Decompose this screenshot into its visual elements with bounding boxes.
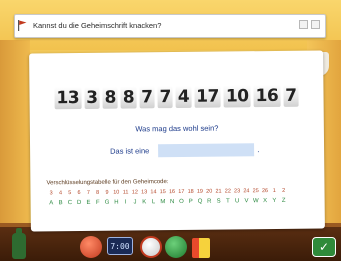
cipher-number: 21	[215, 188, 222, 195]
cipher-letter: Q	[197, 198, 203, 205]
code-number-tile: 8	[102, 86, 118, 109]
cipher-letter: B	[58, 200, 63, 207]
cipher-letter-row: ABCDEFGHIJKLMNOPQRSTUVWXYZ	[47, 198, 289, 207]
cipher-letter: U	[235, 198, 240, 205]
window-title: Kannst du die Geheimschrift knacken?	[33, 21, 162, 30]
cipher-number: 23	[234, 188, 241, 195]
cipher-letter: H	[114, 199, 119, 206]
cipher-number: 12	[131, 189, 138, 196]
cipher-number: 24	[243, 188, 250, 195]
cipher-number: 19	[196, 188, 204, 195]
secret-code-row: 13 3 8 8 7 7 4 17 10 16 7	[29, 84, 323, 110]
confirm-check-button[interactable]: ✓	[312, 237, 336, 257]
cipher-letter: Z	[281, 197, 286, 204]
cipher-letter: E	[86, 199, 91, 206]
cipher-number: 13	[141, 189, 148, 196]
cipher-letter: P	[188, 198, 193, 205]
puzzle-paper: 13 3 8 8 7 7 4 17 10 16 7 Was mag das wohl sein? D…	[29, 50, 325, 232]
flag-icon	[18, 20, 27, 31]
book-icon[interactable]	[192, 238, 210, 258]
title-bar: Kannst du die Geheimschrift knacken?	[14, 14, 326, 38]
minimize-button[interactable]	[299, 20, 308, 29]
cipher-letter: W	[252, 198, 259, 205]
bottom-toolbar: 7:00 ✓	[0, 228, 341, 261]
character-face-icon[interactable]	[140, 236, 162, 258]
cipher-letter: T	[226, 198, 230, 205]
code-number-tile: 17	[194, 85, 222, 108]
cipher-number: 9	[105, 189, 109, 196]
cipher-letter: L	[151, 199, 156, 206]
cipher-number: 10	[113, 189, 120, 196]
code-number-tile: 4	[175, 85, 192, 109]
cipher-letter: K	[142, 199, 147, 206]
cipher-letter: J	[133, 199, 137, 206]
cipher-number: 6	[77, 190, 81, 197]
answer-prefix-label: Das ist eine	[110, 145, 150, 156]
cipher-letter: Y	[272, 197, 277, 205]
cipher-letter: S	[216, 198, 221, 205]
code-number-tile: 7	[139, 86, 155, 109]
cipher-number: 7	[86, 189, 90, 196]
code-number-tile: 3	[84, 86, 100, 109]
cipher-letter: G	[104, 199, 110, 206]
code-number-tile: 13	[54, 87, 82, 110]
cipher-letter: X	[263, 198, 268, 205]
cipher-number: 1	[272, 187, 276, 194]
cipher-number: 25	[252, 188, 259, 195]
cipher-letter: D	[76, 200, 82, 207]
cipher-letter: M	[160, 199, 166, 206]
cipher-letter: V	[244, 198, 249, 205]
cipher-letter: N	[169, 199, 175, 206]
cipher-letter: C	[67, 200, 73, 207]
code-number-tile: 7	[283, 84, 299, 107]
cipher-number: 22	[224, 188, 231, 195]
cipher-number: 5	[68, 190, 72, 197]
code-number-tile: 7	[157, 86, 173, 109]
cipher-letter: O	[179, 198, 184, 205]
question-text: Was mag das wohl sein?	[135, 123, 219, 134]
cipher-number: 15	[159, 189, 166, 196]
cipher-number: 14	[150, 189, 157, 196]
red-ball-icon[interactable]	[80, 236, 102, 258]
cipher-number: 18	[187, 188, 194, 195]
answer-input[interactable]	[158, 142, 255, 157]
code-number-tile: 8	[120, 86, 137, 109]
cipher-letter: I	[124, 199, 127, 206]
cipher-letter: R	[207, 198, 212, 205]
clock-display[interactable]: 7:00	[107, 237, 133, 255]
cipher-letter: A	[49, 200, 54, 207]
code-number-tile: 10	[223, 85, 251, 108]
cipher-number: 4	[58, 190, 63, 197]
cipher-number: 2	[282, 187, 286, 194]
cipher-number: 16	[168, 189, 176, 196]
code-number-tile: 16	[253, 84, 281, 108]
bottle-icon[interactable]	[12, 228, 26, 259]
cipher-number: 26	[261, 188, 269, 195]
cipher-number: 3	[49, 190, 53, 197]
cipher-number-row: 3 4 5 6 7 8 9 10 11 12 13 14 15 16 17 18 19 20 21 22 23 24 25 2…	[47, 188, 289, 197]
cipher-number: 20	[206, 188, 213, 195]
scene-wall-left	[0, 40, 30, 240]
answer-suffix: .	[257, 144, 260, 154]
green-character-icon[interactable]	[165, 236, 187, 258]
cipher-letter: F	[95, 199, 100, 206]
cipher-number: 8	[96, 189, 100, 196]
cipher-table-title: Verschlüsselungstabelle für den Geheimco…	[46, 179, 169, 187]
answer-row: Das ist eine .	[110, 142, 260, 158]
cipher-number: 17	[178, 188, 185, 195]
close-button[interactable]	[311, 20, 320, 29]
cipher-number: 11	[122, 189, 129, 196]
